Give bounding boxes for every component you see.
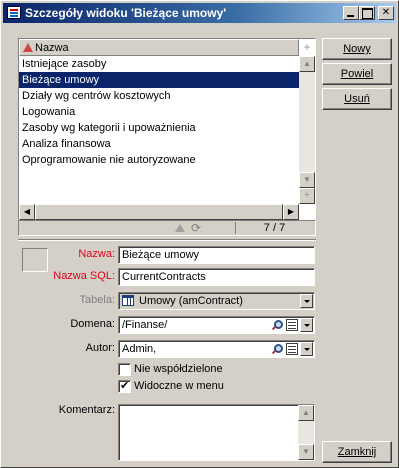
comment-textarea[interactable]: ▲ ▼ <box>118 404 315 461</box>
column-header-name[interactable]: Nazwa + <box>19 39 311 56</box>
comment-label: Komentarz: <box>58 404 115 416</box>
sort-up-icon <box>175 224 185 232</box>
vertical-scrollbar[interactable]: ▲ ▼ + <box>299 56 315 204</box>
delete-button-label: Usuń <box>344 93 370 105</box>
scroll-plus-icon[interactable]: + <box>299 188 315 204</box>
list-status-bar: ⟳ 7 / 7 <box>18 220 316 236</box>
author-dropdown-button[interactable] <box>300 342 313 356</box>
list-item[interactable]: Oprogramowanie nie autoryzowane <box>19 152 299 168</box>
visible-in-menu-label: Widoczne w menu <box>134 380 224 392</box>
scroll-right-icon[interactable]: ▶ <box>283 204 299 220</box>
list-item[interactable]: Działy wg centrów kosztowych <box>19 88 299 104</box>
horizontal-scroll-thumb[interactable] <box>35 204 283 220</box>
close-button-label: Zamknij <box>337 446 377 458</box>
refresh-icon[interactable]: ⟳ <box>191 222 201 234</box>
window-title: Szczegóły widoku 'Bieżące umowy' <box>25 6 227 20</box>
domain-search-icon[interactable] <box>271 319 283 331</box>
close-window-button[interactable]: ✕ <box>378 6 394 20</box>
name-label: Nazwa: <box>78 248 115 260</box>
record-count: 7 / 7 <box>235 222 313 234</box>
view-window-icon <box>7 6 21 19</box>
new-button-label: Nowy <box>343 43 371 55</box>
table-field: Umowy (amContract) <box>118 292 315 310</box>
view-icon-box[interactable] <box>22 248 48 272</box>
duplicate-button[interactable]: Powiel <box>322 63 392 85</box>
not-shared-checkbox[interactable] <box>118 363 131 376</box>
domain-detail-icon[interactable] <box>286 319 298 331</box>
maximize-button[interactable] <box>359 6 375 20</box>
table-label: Tabela: <box>79 294 115 306</box>
sql-name-label: Nazwa SQL: <box>53 270 115 282</box>
scroll-left-icon[interactable]: ◀ <box>19 204 35 220</box>
close-button[interactable]: Zamknij <box>322 441 392 463</box>
duplicate-button-label: Powiel <box>340 68 374 80</box>
new-button[interactable]: Nowy <box>322 38 392 60</box>
table-dropdown-button[interactable] <box>300 294 313 308</box>
domain-label: Domena: <box>70 318 115 330</box>
list-item[interactable]: Logowania <box>19 104 299 120</box>
splitter[interactable] <box>18 239 316 241</box>
visible-in-menu-checkbox[interactable] <box>118 379 131 393</box>
domain-dropdown-button[interactable] <box>300 318 313 332</box>
sort-ascending-icon <box>23 43 33 52</box>
scroll-up-icon[interactable]: ▲ <box>299 56 315 72</box>
add-column-icon[interactable]: + <box>300 41 314 55</box>
list-item[interactable]: Analiza finansowa <box>19 136 299 152</box>
minimize-button[interactable] <box>343 6 359 20</box>
table-value: Umowy (amContract) <box>139 295 243 307</box>
horizontal-scrollbar[interactable]: ◀ ▶ <box>19 204 299 220</box>
list-item[interactable]: Zasoby wg kategorii i upoważnienia <box>19 120 299 136</box>
comment-scroll-up-icon[interactable]: ▲ <box>298 405 314 421</box>
not-shared-label: Nie współdzielone <box>134 363 223 375</box>
author-detail-icon[interactable] <box>286 343 298 355</box>
view-details-window: Szczegóły widoku 'Bieżące umowy' ✕ Nazwa… <box>0 0 399 468</box>
title-bar[interactable]: Szczegóły widoku 'Bieżące umowy' ✕ <box>3 3 396 23</box>
sql-name-field[interactable]: CurrentContracts <box>118 268 315 286</box>
comment-scrollbar[interactable]: ▲ ▼ <box>298 405 314 460</box>
views-list[interactable]: Nazwa + Istniejące zasoby Bieżące umowy … <box>18 38 316 220</box>
author-search-icon[interactable] <box>271 343 283 355</box>
table-icon <box>122 295 134 306</box>
comment-scroll-down-icon[interactable]: ▼ <box>298 444 314 460</box>
list-rows: Istniejące zasoby Bieżące umowy Działy w… <box>19 56 299 168</box>
delete-button[interactable]: Usuń <box>322 88 392 110</box>
list-item-selected[interactable]: Bieżące umowy <box>19 72 299 88</box>
list-item[interactable]: Istniejące zasoby <box>19 56 299 72</box>
column-header-label: Nazwa <box>35 42 69 54</box>
scroll-down-icon[interactable]: ▼ <box>299 172 315 188</box>
author-label: Autor: <box>85 342 115 354</box>
name-field[interactable]: Bieżące umowy <box>118 246 315 264</box>
